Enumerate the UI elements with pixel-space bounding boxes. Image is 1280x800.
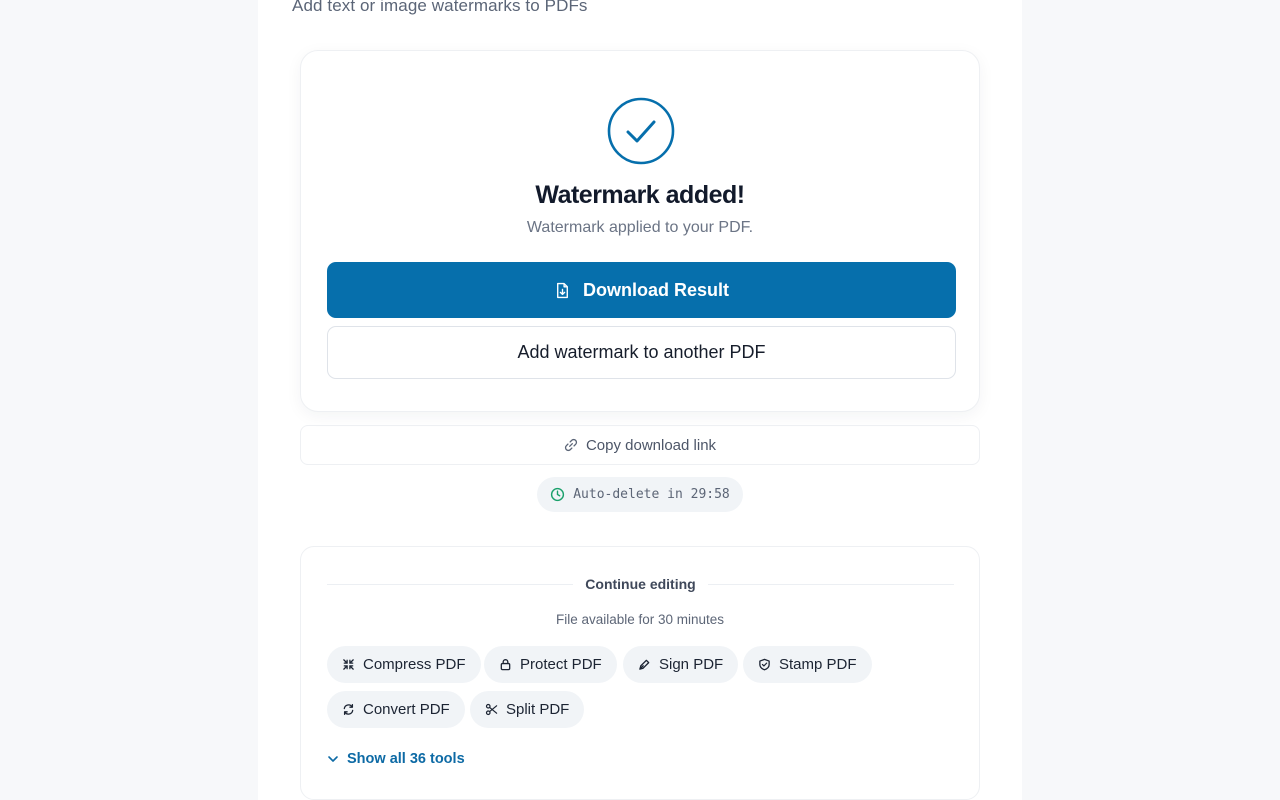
- tool-label: Stamp PDF: [779, 656, 857, 673]
- copy-download-link-label: Copy download link: [585, 436, 717, 454]
- tool-stamp-pdf[interactable]: Stamp PDF: [743, 646, 872, 683]
- compress-icon: [343, 659, 354, 670]
- main-panel: Add text or image watermarks to PDFs Wat…: [258, 0, 1022, 800]
- clock-icon: [551, 487, 565, 502]
- chevron-down-icon: [328, 756, 338, 762]
- show-all-tools-button[interactable]: Show all 36 tools: [327, 751, 465, 767]
- download-result-button[interactable]: Download Result: [327, 262, 956, 318]
- refresh-icon: [343, 704, 354, 715]
- tool-sign-pdf[interactable]: Sign PDF: [623, 646, 739, 683]
- tool-protect-pdf[interactable]: Protect PDF: [484, 646, 617, 683]
- auto-delete-label: Auto-delete in 29:58: [573, 487, 730, 502]
- tool-label: Protect PDF: [520, 656, 602, 673]
- copy-download-link-button[interactable]: Copy download link: [300, 425, 980, 465]
- result-title: Watermark added!: [535, 181, 745, 209]
- continue-editing-title: Continue editing: [585, 576, 696, 592]
- link-icon: [564, 438, 578, 452]
- scissors-icon: [485, 703, 498, 716]
- tool-split-pdf[interactable]: Split PDF: [470, 691, 585, 728]
- tool-label: Compress PDF: [363, 656, 466, 673]
- tool-label: Split PDF: [506, 701, 570, 718]
- lock-icon: [500, 659, 511, 671]
- auto-delete-badge: Auto-delete in 29:58: [537, 477, 743, 512]
- check-circle-icon: [607, 97, 675, 165]
- shield-icon: [759, 658, 770, 671]
- file-availability-text: File available for 30 minutes: [555, 612, 725, 627]
- tool-convert-pdf[interactable]: Convert PDF: [327, 691, 465, 728]
- tool-label: Sign PDF: [659, 656, 724, 673]
- add-watermark-another-button[interactable]: Add watermark to another PDF: [327, 326, 956, 379]
- download-result-label: Download Result: [582, 279, 729, 300]
- tool-label: Convert PDF: [363, 701, 450, 718]
- continue-editing-card: Continue editing File available for 30 m…: [300, 546, 980, 800]
- file-download-icon: [557, 282, 568, 298]
- result-description: Watermark applied to your PDF.: [526, 219, 754, 236]
- tool-compress-pdf[interactable]: Compress PDF: [327, 646, 481, 683]
- continue-editing-header: Continue editing: [327, 575, 954, 593]
- show-all-tools-label: Show all 36 tools: [347, 751, 465, 767]
- page-subtitle: Add text or image watermarks to PDFs: [292, 0, 588, 15]
- divider: [327, 583, 574, 585]
- pen-icon: [639, 659, 650, 670]
- result-card: Watermark added! Watermark applied to yo…: [300, 50, 980, 412]
- divider: [707, 583, 954, 585]
